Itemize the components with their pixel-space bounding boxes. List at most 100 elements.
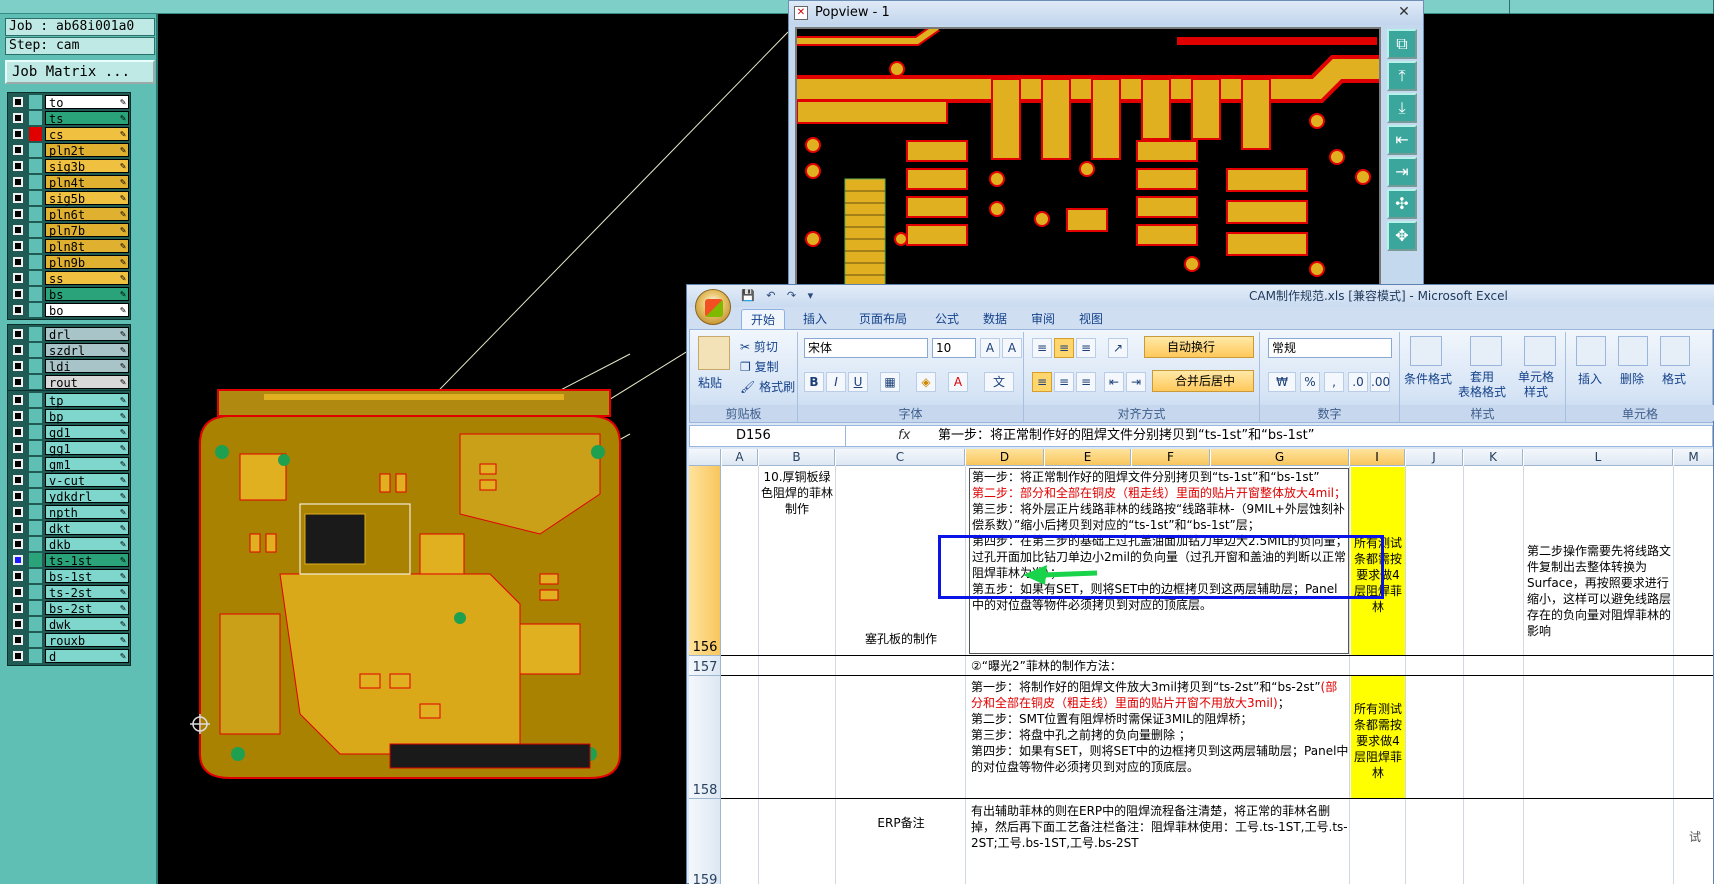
copy-button[interactable]: ❐ 复制 [740,358,779,375]
column-header-l[interactable]: L [1524,449,1673,466]
align-right-icon[interactable]: ≡ [1076,372,1096,392]
align-center-icon[interactable]: ≡ [1054,372,1074,392]
layer-name[interactable]: tp ✎ [45,393,129,408]
undo-icon[interactable]: ↶ [766,289,775,302]
layer-name[interactable]: pln9b ✎ [45,255,129,270]
layer-row[interactable]: sig5b ✎ [9,190,129,206]
layer-checkbox[interactable] [13,97,23,107]
underline-button[interactable]: U [848,372,868,392]
layer-row[interactable]: rout ✎ [9,374,129,390]
pan-right-icon[interactable]: ⇥ [1387,157,1417,187]
edit-icon[interactable]: ✎ [120,506,126,520]
layer-checkbox[interactable] [13,273,23,283]
layer-row[interactable]: dwk ✎ [9,616,129,632]
cut-button[interactable]: ✂ 剪切 [740,338,778,355]
layer-name[interactable]: ss ✎ [45,271,129,286]
row-header-157[interactable]: 157 [689,656,721,676]
layer-row[interactable]: gg1 ✎ [9,440,129,456]
bold-button[interactable]: B [804,372,824,392]
align-left-icon[interactable]: ≡ [1032,372,1052,392]
qat-dropdown-icon[interactable]: ▾ [808,289,814,302]
formula-input[interactable]: 第一步：将正常制作好的阻焊文件分别拷贝到“ts-1st”和“bs-1st” [938,426,1315,446]
borders-icon[interactable]: ▦ [880,372,900,392]
edit-icon[interactable]: ✎ [120,376,126,390]
edit-icon[interactable]: ✎ [120,474,126,488]
layer-name[interactable]: rout ✎ [45,375,129,390]
column-header-f[interactable]: F [1132,449,1210,466]
tab-1[interactable]: 插入 [791,309,839,329]
layer-row[interactable]: bp ✎ [9,408,129,424]
fit-icon[interactable]: ⧉ [1387,29,1417,59]
edit-icon[interactable]: ✎ [120,394,126,408]
layer-checkbox[interactable] [13,329,23,339]
column-header-g[interactable]: G [1211,449,1349,466]
layer-name[interactable]: dwk ✎ [45,617,129,632]
layer-name[interactable]: cs ✎ [45,127,129,142]
layer-checkbox[interactable] [13,587,23,597]
layer-name[interactable]: ts ✎ [45,111,129,126]
layer-checkbox[interactable] [13,145,23,155]
layer-checkbox[interactable] [13,539,23,549]
name-box[interactable]: D156 [690,426,846,446]
edit-icon[interactable]: ✎ [120,192,126,206]
pan-left-icon[interactable]: ⇤ [1387,125,1417,155]
tab-3[interactable]: 公式 [927,309,967,329]
edit-icon[interactable]: ✎ [120,602,126,616]
layer-checkbox[interactable] [13,571,23,581]
column-header-k[interactable]: K [1464,449,1523,466]
layer-row[interactable]: pln8t ✎ [9,238,129,254]
layer-checkbox[interactable] [13,475,23,485]
layer-row[interactable]: szdrl ✎ [9,342,129,358]
decrease-decimal-icon[interactable]: .00 [1370,372,1390,392]
layer-checkbox[interactable] [13,289,23,299]
tab-4[interactable]: 数据 [975,309,1015,329]
layer-row[interactable]: pln7b ✎ [9,222,129,238]
layer-checkbox[interactable] [13,651,23,661]
layer-name[interactable]: sig5b ✎ [45,191,129,206]
layer-checkbox[interactable] [13,241,23,251]
decrease-indent-icon[interactable]: ⇤ [1104,372,1124,392]
orientation-icon[interactable]: ↗ [1108,338,1128,358]
font-size-select[interactable]: 10 [932,338,976,358]
layer-row[interactable]: pln9b ✎ [9,254,129,270]
layer-name[interactable]: drl ✎ [45,327,129,342]
shrink-font-icon[interactable]: A [1002,338,1022,358]
layer-checkbox[interactable] [13,459,23,469]
layer-checkbox[interactable] [13,411,23,421]
increase-decimal-icon[interactable]: .0 [1348,372,1368,392]
align-top-icon[interactable]: ≡ [1032,338,1052,358]
layer-name[interactable]: pln6t ✎ [45,207,129,222]
cell-c159[interactable]: ERP备注 [839,815,963,831]
layer-row[interactable]: pln2t ✎ [9,142,129,158]
layer-name[interactable]: bp ✎ [45,409,129,424]
layer-row[interactable]: cs ✎ [9,126,129,142]
layer-row[interactable]: drl ✎ [9,326,129,342]
layer-checkbox[interactable] [13,635,23,645]
grow-font-icon[interactable]: A [980,338,1000,358]
edit-icon[interactable]: ✎ [120,112,126,126]
spreadsheet-grid[interactable]: ABCDEFGIJKLM 156 157 158 159 10.厚铜板绿色阻焊的… [689,449,1713,884]
cell-d157[interactable]: ②“曝光2”菲林的制作方法： [971,658,1349,674]
layer-row[interactable]: bo ✎ [9,302,129,318]
edit-icon[interactable]: ✎ [120,240,126,254]
format-painter-button[interactable]: 🖌 格式刷 [740,378,795,395]
layer-checkbox[interactable] [13,619,23,629]
cell-i158[interactable]: 所有测试条都需按要求做4层阻焊菲林 [1351,676,1405,798]
accounting-icon[interactable]: ₩ [1268,372,1296,392]
tab-2[interactable]: 页面布局 [847,309,919,329]
edit-icon[interactable]: ✎ [120,224,126,238]
excel-titlebar[interactable]: CAM制作规范.xls [兼容模式] - Microsoft Excel [687,285,1714,307]
layer-name[interactable]: npth ✎ [45,505,129,520]
layer-checkbox[interactable] [13,603,23,613]
layer-checkbox[interactable] [13,443,23,453]
edit-icon[interactable]: ✎ [120,538,126,552]
layer-checkbox[interactable] [13,523,23,533]
job-matrix-button[interactable]: Job Matrix ... [5,60,155,84]
layer-row[interactable]: bs-2st ✎ [9,600,129,616]
align-middle-icon[interactable]: ≡ [1054,338,1074,358]
layer-row[interactable]: d ✎ [9,648,129,664]
layer-row[interactable]: rouxb ✎ [9,632,129,648]
edit-icon[interactable]: ✎ [120,272,126,286]
zoom-fit-icon[interactable]: ✣ [1387,189,1417,219]
zoom-in-icon[interactable]: ⤒ [1387,61,1417,91]
